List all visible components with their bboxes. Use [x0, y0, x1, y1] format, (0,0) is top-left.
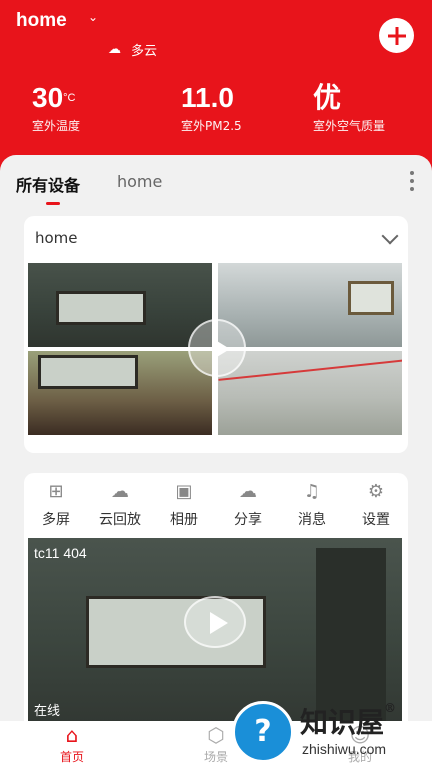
tab-underline [46, 202, 60, 205]
action-cloud-playback[interactable]: ☁ 云回放 [88, 481, 152, 531]
home-icon: ⌂ [65, 723, 79, 747]
camera-status: 在线 [34, 704, 61, 719]
group-card-title: home [35, 229, 78, 247]
watermark-logo-icon: ? [232, 701, 294, 763]
camera-thumbnail[interactable] [28, 263, 212, 347]
action-album[interactable]: ▣ 相册 [152, 481, 216, 531]
chevron-down-icon[interactable]: ⌄ [88, 10, 98, 24]
main-content: 所有设备 home home ⊞ 多屏 ☁ 云回放 ▣ 相册 ☁ 分享 ♫ 消息… [0, 155, 432, 725]
action-multiscreen[interactable]: ⊞ 多屏 [24, 481, 88, 531]
bell-icon: ♫ [303, 481, 321, 502]
tab-home[interactable]: home [117, 172, 162, 191]
stat-air-quality-value: 优 [313, 82, 342, 113]
more-icon[interactable] [410, 171, 414, 191]
camera-thumbnail[interactable] [218, 351, 402, 435]
cloud-icon: ☁ [108, 42, 121, 57]
stat-air-quality: 优 室外空气质量 [313, 82, 385, 134]
camera-thumbnail[interactable] [28, 351, 212, 435]
grid-icon: ⊞ [48, 481, 64, 502]
action-share[interactable]: ☁ 分享 [216, 481, 280, 531]
stat-pm25-label: 室外PM2.5 [181, 119, 242, 133]
share-cloud-icon: ☁ [239, 481, 257, 502]
watermark-url: zhishiwu.com [302, 741, 387, 757]
play-icon[interactable] [184, 596, 246, 648]
camera-thumbnail-grid[interactable] [28, 263, 402, 435]
device-tabs: 所有设备 home [0, 155, 432, 205]
image-icon: ▣ [175, 481, 193, 502]
add-device-button[interactable] [379, 18, 414, 53]
camera-thumbnail[interactable] [218, 263, 402, 347]
group-card[interactable]: home [24, 216, 408, 453]
camera-name: tc11 404 [34, 545, 87, 561]
stat-temperature-unit: °C [63, 92, 76, 104]
gear-icon: ⚙ [367, 481, 385, 502]
hexagons-icon: ⬡ [207, 723, 225, 747]
camera-live-view[interactable]: tc11 404 在线 [28, 538, 402, 723]
camera-actions: ⊞ 多屏 ☁ 云回放 ▣ 相册 ☁ 分享 ♫ 消息 ⚙ 设置 [24, 481, 408, 531]
stat-pm25: 11.0 室外PM2.5 [181, 82, 242, 134]
watermark-title: 知识屋® [300, 701, 397, 739]
stat-temperature-label: 室外温度 [32, 119, 81, 133]
nav-home[interactable]: ⌂ 首页 [0, 721, 144, 768]
tab-all-devices[interactable]: 所有设备 [16, 172, 80, 196]
action-settings[interactable]: ⚙ 设置 [344, 481, 408, 531]
action-messages[interactable]: ♫ 消息 [280, 481, 344, 531]
watermark: ? 知识屋® zhishiwu.com [232, 701, 428, 765]
weather: ☁ 多云 [108, 40, 157, 59]
chevron-down-icon[interactable] [381, 227, 399, 245]
stat-pm25-value: 11.0 [181, 82, 234, 113]
camera-card: ⊞ 多屏 ☁ 云回放 ▣ 相册 ☁ 分享 ♫ 消息 ⚙ 设置 tc11 404 … [24, 473, 408, 725]
play-icon[interactable] [188, 319, 246, 377]
stat-air-quality-label: 室外空气质量 [313, 119, 386, 133]
stat-temperature-value: 30 [32, 82, 64, 113]
weather-text: 多云 [131, 44, 158, 59]
stat-temperature: 30°C 室外温度 [32, 82, 80, 134]
cloud-play-icon: ☁ [111, 481, 129, 502]
home-name[interactable]: home [16, 10, 67, 32]
